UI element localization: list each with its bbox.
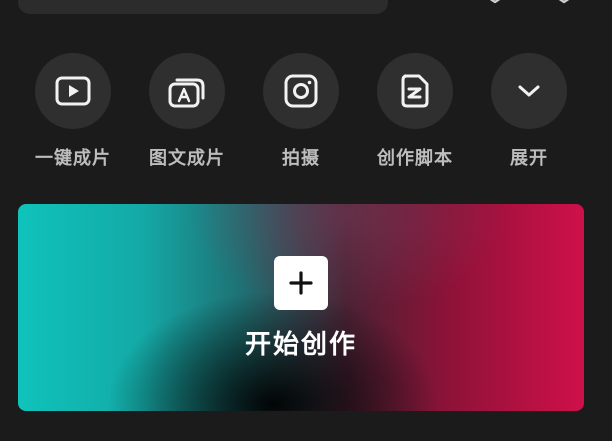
tool-one-click-video[interactable]: 一键成片	[23, 53, 123, 170]
camera-icon	[284, 74, 318, 108]
tool-label: 一键成片	[35, 148, 111, 169]
tool-icon-circle[interactable]	[149, 53, 225, 129]
tool-expand[interactable]: 展开	[479, 53, 579, 170]
script-icon	[401, 74, 429, 108]
tool-icon-circle[interactable]	[35, 53, 111, 129]
tool-label: 创作脚本	[377, 148, 453, 169]
plus-button[interactable]	[274, 256, 328, 310]
plus-icon	[289, 271, 313, 295]
tool-icon-circle[interactable]	[263, 53, 339, 129]
tool-text-to-video[interactable]: 图文成片	[137, 53, 237, 170]
tool-icon-circle[interactable]	[377, 53, 453, 129]
hexagon-icon[interactable]	[481, 0, 509, 8]
search-bar[interactable]	[18, 0, 388, 14]
tool-label: 拍摄	[282, 148, 320, 169]
play-icon	[55, 76, 91, 106]
quick-tools: 一键成片 图文成片 拍摄 创作脚本 展开	[0, 53, 612, 173]
tool-creation-script[interactable]: 创作脚本	[365, 53, 465, 170]
tool-label: 展开	[510, 148, 548, 169]
start-creation-label: 开始创作	[244, 330, 357, 360]
start-creation-button[interactable]: 开始创作	[18, 204, 584, 411]
text-to-video-icon	[168, 78, 205, 108]
tool-icon-circle[interactable]	[491, 53, 567, 129]
chevron-down-icon	[518, 85, 540, 97]
tool-shoot[interactable]: 拍摄	[251, 53, 351, 170]
hexagon-icon[interactable]	[550, 0, 578, 8]
tool-label: 图文成片	[149, 148, 225, 169]
